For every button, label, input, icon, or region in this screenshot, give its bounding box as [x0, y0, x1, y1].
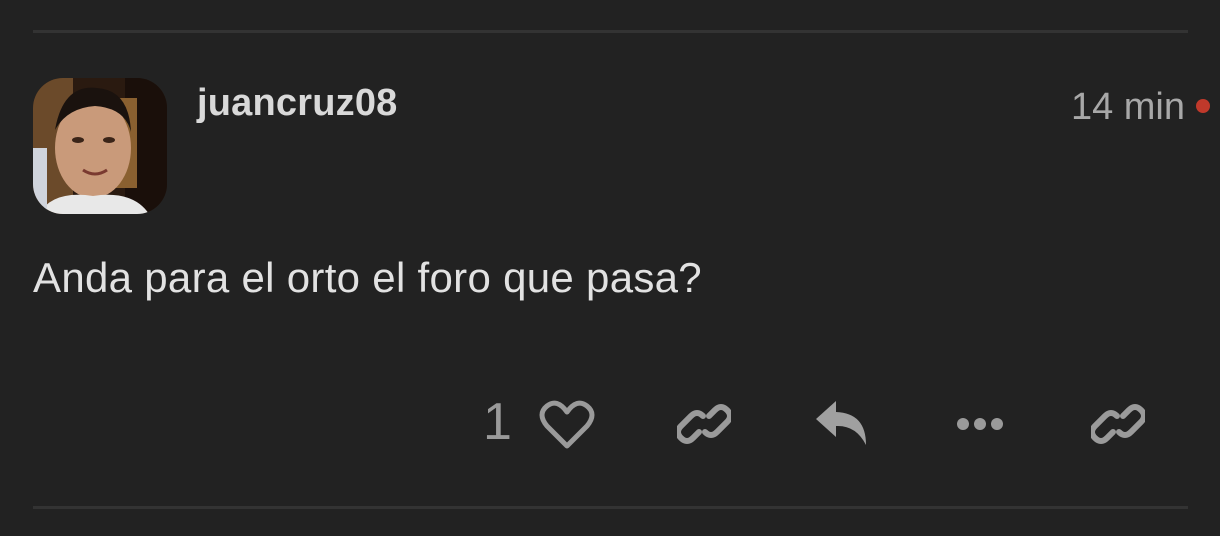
post-body: Anda para el orto el foro que pasa?: [33, 254, 702, 301]
username[interactable]: juancruz08: [197, 82, 398, 125]
unread-indicator: [1196, 99, 1210, 113]
heart-icon[interactable]: [538, 398, 596, 452]
like-count[interactable]: 1: [483, 394, 512, 450]
bottom-divider: [33, 506, 1188, 509]
post-timestamp[interactable]: 14 min: [1071, 86, 1185, 129]
forum-post: juancruz08 14 min Anda para el orto el f…: [0, 0, 1220, 536]
share-link-icon[interactable]: [1090, 400, 1146, 448]
avatar[interactable]: [33, 78, 167, 214]
more-icon[interactable]: [954, 414, 1006, 434]
reply-icon[interactable]: [814, 398, 872, 450]
link-icon[interactable]: [676, 400, 732, 448]
